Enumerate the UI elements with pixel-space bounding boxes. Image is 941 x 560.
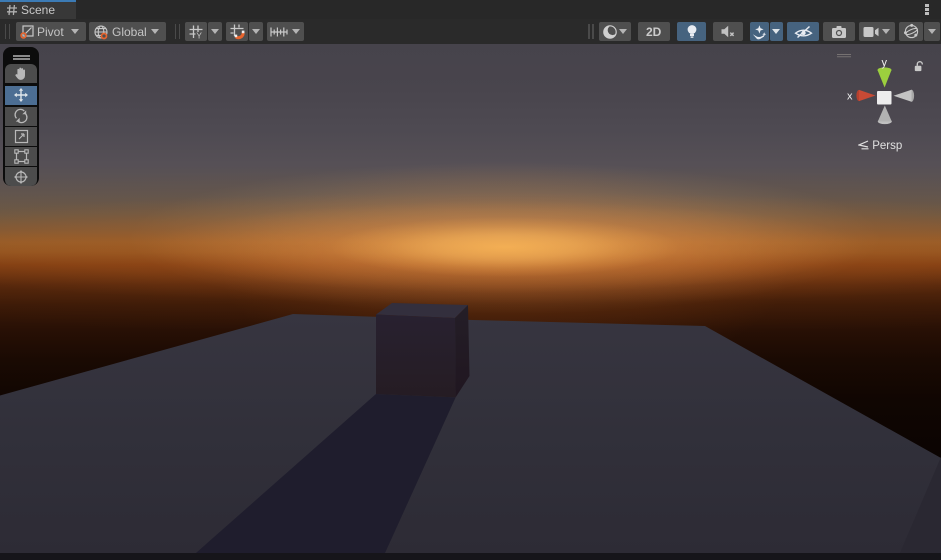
svg-text:y: y xyxy=(882,57,888,69)
svg-text:Y: Y xyxy=(196,30,202,40)
svg-text:x: x xyxy=(847,91,853,103)
